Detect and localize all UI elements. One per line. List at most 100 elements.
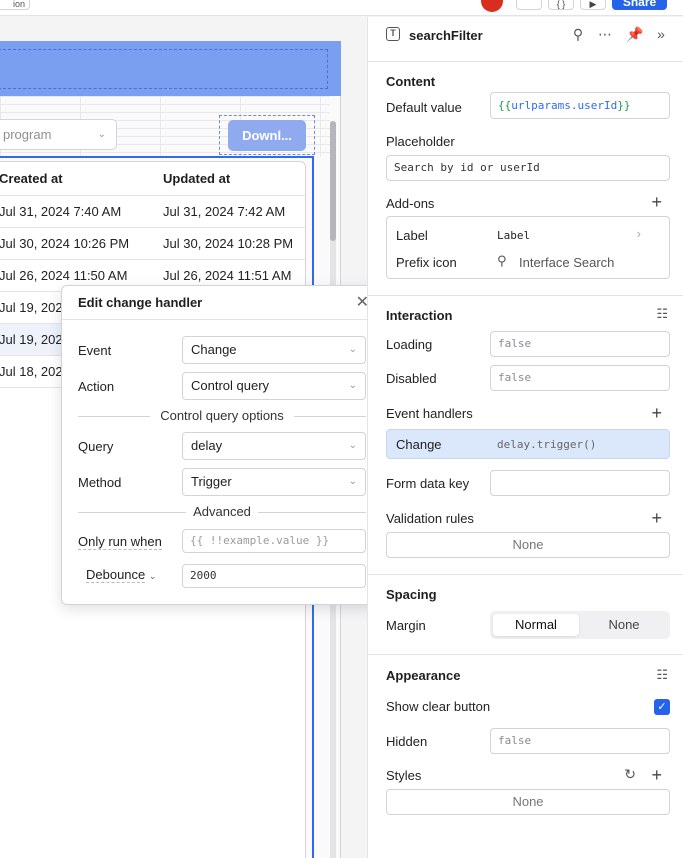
share-button[interactable]: Share bbox=[612, 0, 667, 10]
download-button[interactable]: Downl... bbox=[228, 120, 306, 151]
placeholder-label: Placeholder bbox=[386, 134, 455, 149]
disabled-label: Disabled bbox=[386, 371, 437, 386]
event-select-value: Change bbox=[191, 342, 237, 357]
event-select[interactable]: Change ⌄ bbox=[182, 336, 366, 364]
header-container[interactable] bbox=[0, 41, 341, 96]
edit-handler-popup: Edit change handler ✕ Event Change ⌄ Act… bbox=[61, 285, 381, 605]
only-run-when-label: Only run when bbox=[78, 534, 162, 550]
content-title: Content bbox=[386, 74, 436, 89]
query-label: Query bbox=[78, 439, 114, 454]
search-icon: ⚲ bbox=[497, 253, 507, 268]
only-run-when-input[interactable]: {{ !!example.value }} bbox=[182, 529, 366, 553]
popup-title: Edit change handler bbox=[78, 295, 203, 310]
addons-label: Add-ons bbox=[386, 196, 435, 211]
hidden-input[interactable]: false bbox=[490, 728, 670, 754]
disabled-input[interactable]: false bbox=[490, 365, 670, 391]
header-selection-outline bbox=[0, 49, 328, 89]
action-label: Action bbox=[78, 379, 115, 394]
hidden-label: Hidden bbox=[386, 734, 428, 749]
component-name[interactable]: searchFilter bbox=[409, 28, 483, 43]
settings-sliders-icon[interactable]: ☷ bbox=[656, 306, 668, 322]
toolbar-code-button[interactable]: { } bbox=[548, 0, 574, 10]
handler-action: delay.trigger() bbox=[497, 438, 597, 451]
validation-rules-label: Validation rules bbox=[386, 511, 474, 526]
inspector-panel: T searchFilter ⚲ ⋯ 📌 » Content Default v… bbox=[367, 17, 683, 858]
query-select-value: delay bbox=[191, 438, 223, 453]
styles-label: Styles bbox=[386, 768, 422, 783]
query-select[interactable]: delay ⌄ bbox=[182, 432, 366, 460]
chevron-down-icon: ⌄ bbox=[148, 571, 157, 581]
add-event-handler-icon[interactable]: + bbox=[651, 404, 662, 422]
default-value-input[interactable]: {{urlparams.userId}} bbox=[490, 92, 670, 119]
show-clear-button-label: Show clear button bbox=[386, 699, 491, 714]
add-style-icon[interactable]: + bbox=[651, 766, 662, 784]
code-brace: {{ bbox=[498, 99, 512, 112]
margin-segmented-control: Normal None bbox=[490, 611, 670, 639]
event-label: Event bbox=[78, 343, 112, 358]
addon-prefix-value[interactable]: Interface Search bbox=[519, 255, 614, 270]
section-control-query-options: Control query options bbox=[78, 408, 366, 424]
text-input-icon: T bbox=[386, 27, 400, 41]
action-select[interactable]: Control query ⌄ bbox=[182, 372, 366, 400]
chevron-down-icon: ⌄ bbox=[348, 344, 357, 355]
addon-label-value[interactable]: Label bbox=[497, 229, 530, 242]
default-value-label: Default value bbox=[386, 100, 462, 115]
placeholder-input[interactable]: Search by id or userId bbox=[386, 155, 670, 181]
method-select-value: Trigger bbox=[191, 474, 232, 489]
program-select[interactable]: program ⌄ bbox=[0, 119, 117, 150]
refresh-icon[interactable]: ↻ bbox=[624, 766, 636, 783]
handler-event: Change bbox=[396, 437, 442, 452]
scrollbar-thumb[interactable] bbox=[330, 121, 336, 241]
top-toolbar: ion { } ▶ Share bbox=[0, 0, 683, 16]
addons-box: Label Label › Prefix icon ⚲ Interface Se… bbox=[386, 216, 670, 279]
loading-label: Loading bbox=[386, 337, 433, 352]
debounce-dropdown[interactable]: Debounce ⌄ bbox=[86, 567, 157, 583]
spacing-section: Spacing Margin Normal None bbox=[368, 574, 683, 654]
debounce-label: Debounce bbox=[86, 567, 146, 583]
action-select-value: Control query bbox=[191, 378, 270, 393]
method-label: Method bbox=[78, 475, 122, 490]
settings-sliders-icon[interactable]: ☷ bbox=[656, 667, 668, 683]
appearance-title: Appearance bbox=[386, 668, 461, 683]
event-handler-row[interactable]: Change delay.trigger() bbox=[386, 429, 670, 459]
avatar[interactable] bbox=[481, 0, 503, 12]
divider bbox=[62, 319, 380, 320]
code-expression: urlparams.userId bbox=[511, 99, 618, 112]
margin-option-normal[interactable]: Normal bbox=[493, 614, 579, 636]
toolbar-preview-button[interactable]: ▶ bbox=[580, 0, 606, 10]
search-icon[interactable]: ⚲ bbox=[569, 25, 587, 43]
event-handlers-label: Event handlers bbox=[386, 406, 473, 421]
chevron-down-icon: ⌄ bbox=[348, 440, 357, 451]
toolbar-left-button[interactable]: ion bbox=[0, 0, 30, 10]
validation-rules-none[interactable]: None bbox=[386, 532, 670, 558]
form-data-key-label: Form data key bbox=[386, 476, 470, 491]
add-addon-icon[interactable]: + bbox=[651, 193, 662, 211]
program-select-placeholder: program bbox=[3, 127, 52, 142]
form-data-key-input[interactable] bbox=[490, 470, 670, 496]
addon-prefix-key: Prefix icon bbox=[396, 255, 457, 270]
debounce-input[interactable]: 2000 bbox=[182, 564, 366, 588]
section-advanced: Advanced bbox=[78, 504, 366, 520]
collapse-panel-icon[interactable]: » bbox=[652, 25, 670, 43]
spacing-title: Spacing bbox=[386, 587, 437, 602]
loading-input[interactable]: false bbox=[490, 331, 670, 357]
show-clear-checkbox[interactable]: ✓ bbox=[654, 699, 670, 715]
appearance-section: Appearance ☷ Show clear button ✓ Hidden … bbox=[368, 654, 683, 858]
addon-label-key: Label bbox=[396, 228, 428, 243]
toolbar-undo-button[interactable] bbox=[516, 0, 542, 10]
margin-option-none[interactable]: None bbox=[581, 614, 667, 636]
chevron-right-icon[interactable]: › bbox=[637, 226, 641, 241]
interaction-title: Interaction bbox=[386, 308, 453, 323]
add-validation-rule-icon[interactable]: + bbox=[651, 509, 662, 527]
interaction-section: Interaction ☷ Loading false Disabled fal… bbox=[368, 295, 683, 575]
method-select[interactable]: Trigger ⌄ bbox=[182, 468, 366, 496]
inspector-header: T searchFilter ⚲ ⋯ 📌 » bbox=[368, 17, 683, 53]
pin-icon[interactable]: 📌 bbox=[626, 25, 644, 43]
chevron-down-icon: ⌄ bbox=[97, 129, 106, 140]
styles-none[interactable]: None bbox=[386, 789, 670, 815]
chevron-down-icon: ⌄ bbox=[348, 380, 357, 391]
content-section: Content Default value {{urlparams.userId… bbox=[368, 61, 683, 295]
margin-label: Margin bbox=[386, 618, 426, 633]
more-icon[interactable]: ⋯ bbox=[596, 25, 614, 43]
chevron-down-icon: ⌄ bbox=[348, 476, 357, 487]
